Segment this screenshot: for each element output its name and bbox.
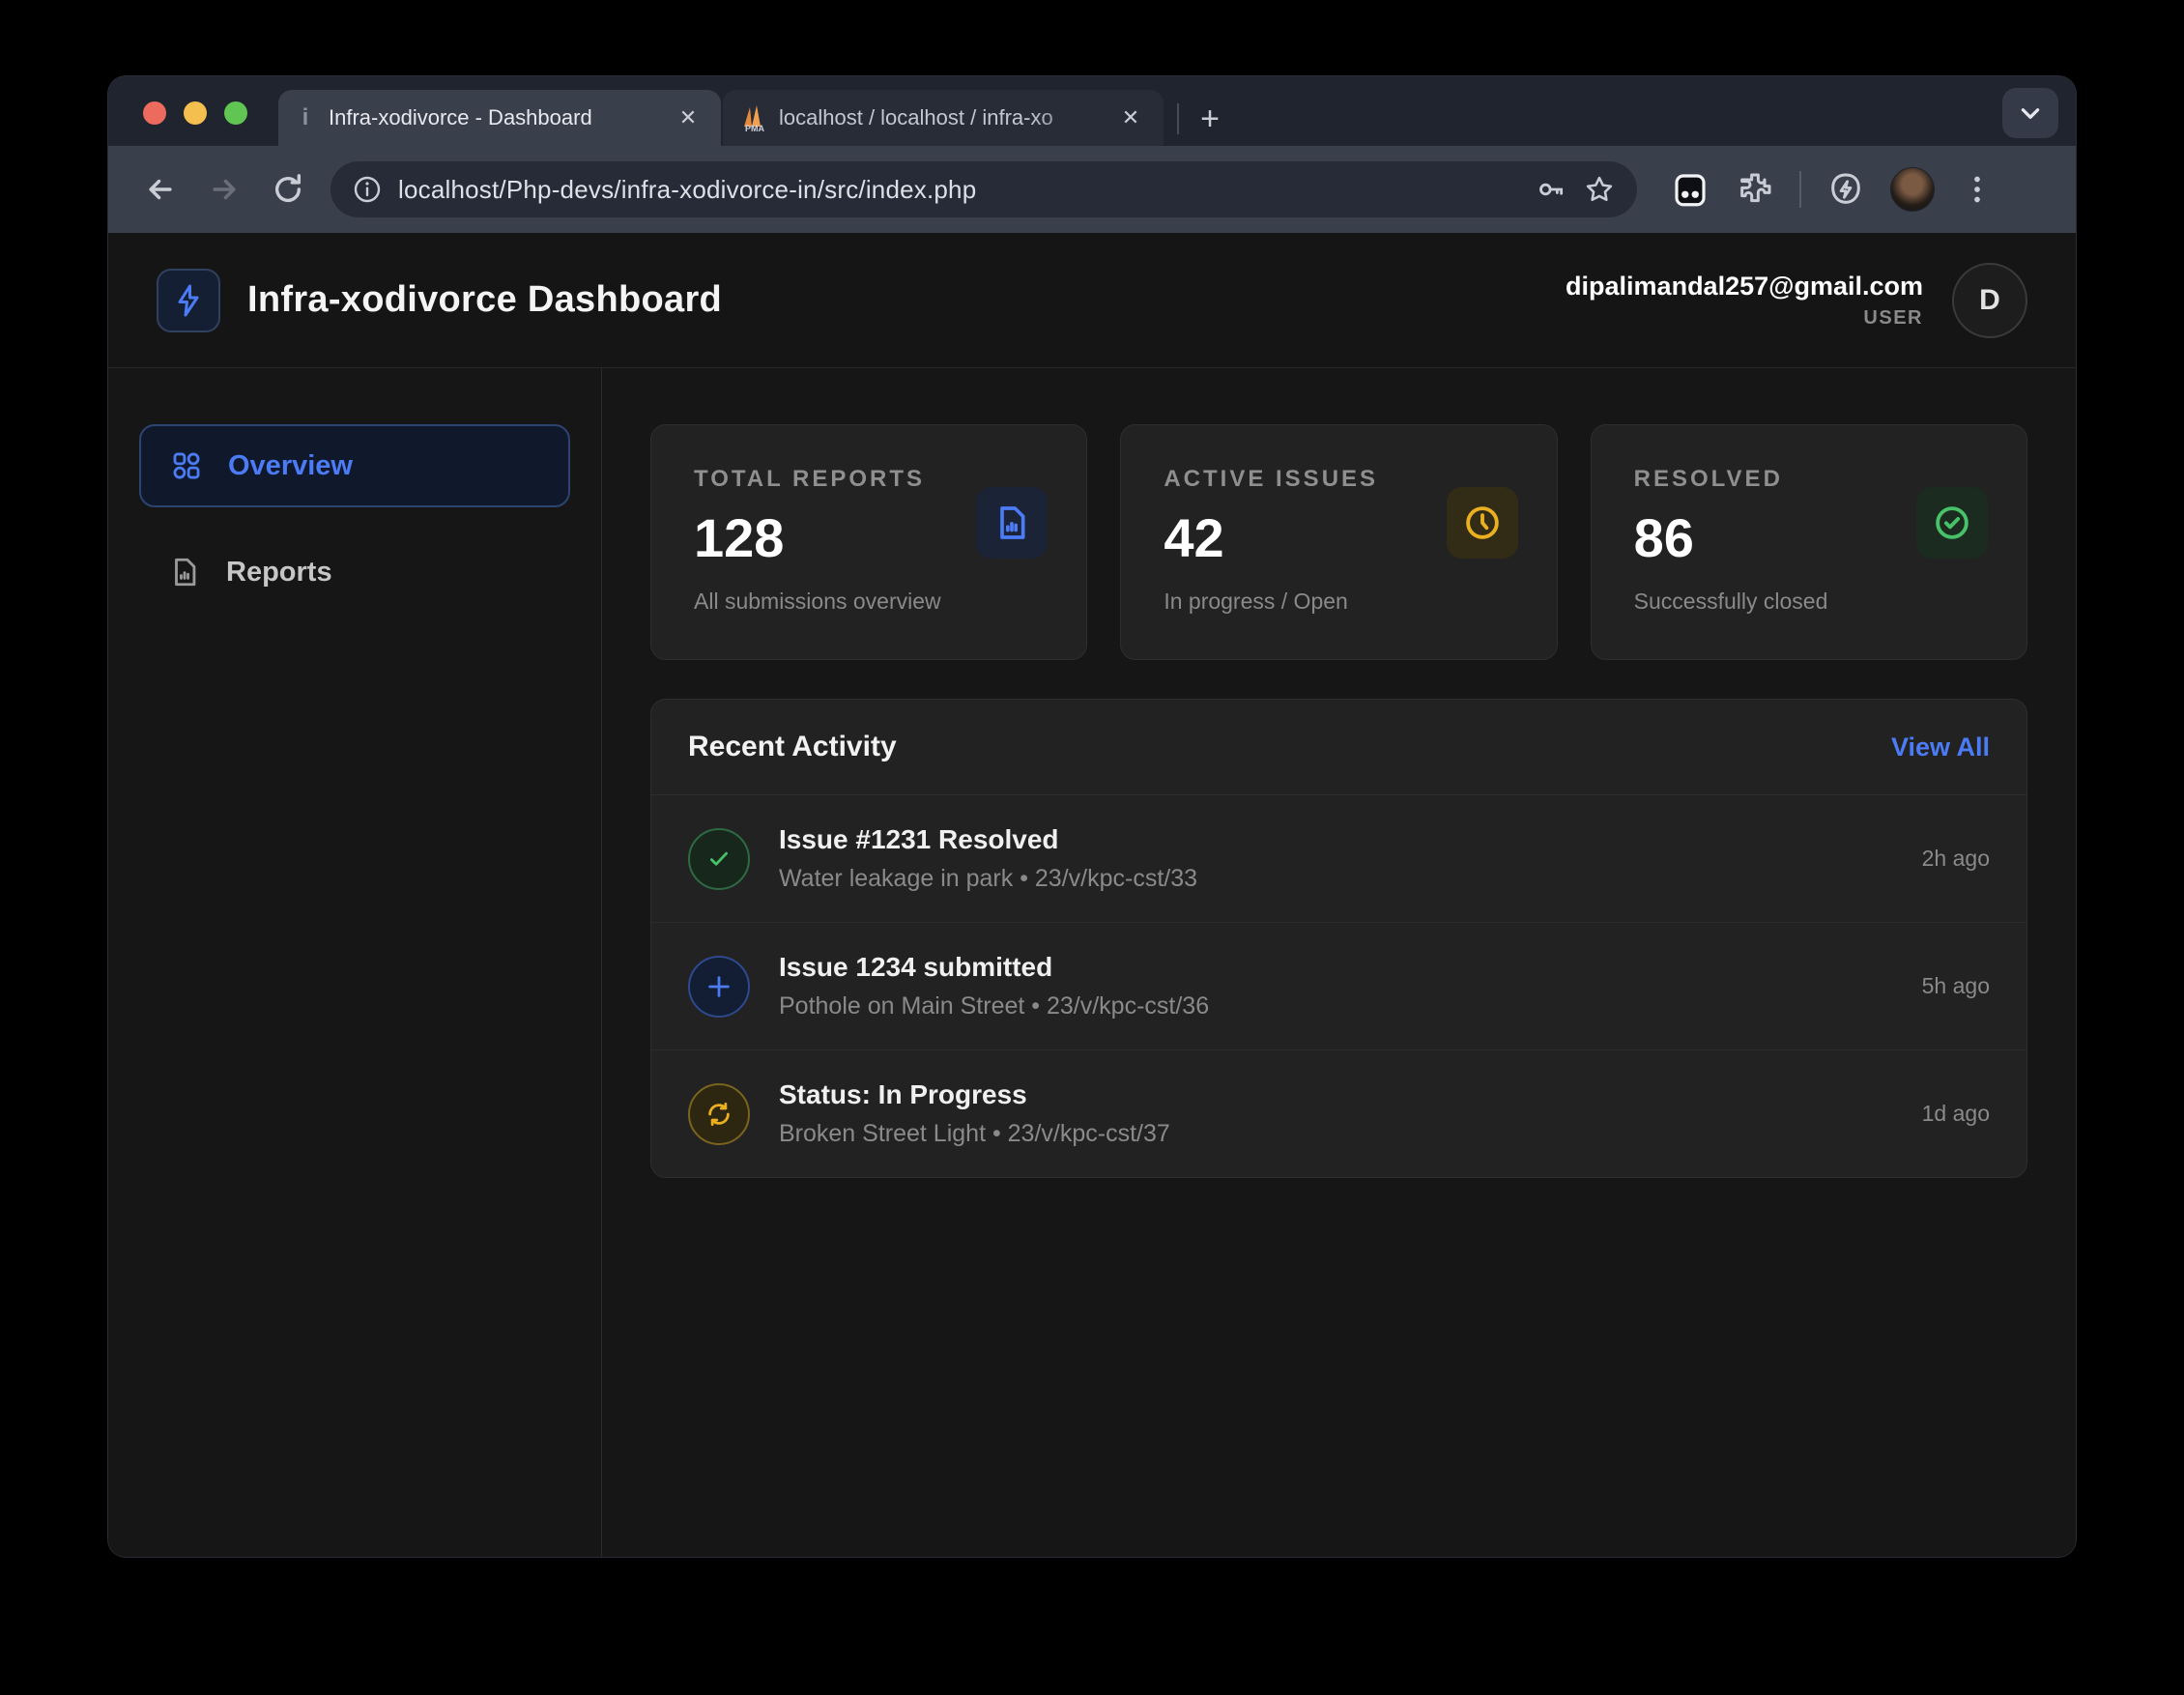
page-title: Infra-xodivorce Dashboard [247,279,722,321]
activity-time: 2h ago [1922,846,1990,872]
close-tab-icon[interactable]: ✕ [1115,102,1146,133]
stats-row: TOTAL REPORTS 128 All submissions overvi… [650,424,2027,660]
app-header: Infra-xodivorce Dashboard dipalimandal25… [108,233,2076,368]
stat-description: In progress / Open [1164,589,1513,615]
tab-title: Infra-xodivorce - Dashboard [329,105,661,130]
user-email: dipalimandal257@gmail.com [1566,272,1923,302]
activity-row-submitted[interactable]: Issue 1234 submitted Pothole on Main Str… [651,923,2026,1050]
new-tab-button[interactable]: + [1189,98,1231,140]
sidebar-item-label: Reports [226,557,332,589]
activity-time: 1d ago [1922,1101,1990,1127]
grid-icon [170,449,203,482]
activity-subtitle: Water leakage in park • 23/v/kpc-cst/33 [779,865,1197,893]
stat-card-resolved: RESOLVED 86 Successfully closed [1591,424,2027,660]
lightning-bolt-icon [171,283,206,318]
web-page: Infra-xodivorce Dashboard dipalimandal25… [108,233,2076,1557]
activity-row-in-progress[interactable]: Status: In Progress Broken Street Light … [651,1050,2026,1177]
activity-subtitle: Broken Street Light • 23/v/kpc-cst/37 [779,1120,1170,1148]
toolbar-separator [1799,171,1801,208]
close-window-button[interactable] [143,101,166,125]
password-key-icon[interactable] [1535,173,1567,206]
phpmyadmin-favicon: PMA [738,103,767,132]
bookmark-star-icon[interactable] [1583,173,1616,206]
stat-icon-box [976,487,1048,559]
extensions-puzzle-icon[interactable] [1736,170,1774,209]
chevron-down-icon [2018,101,2043,126]
activity-subtitle: Pothole on Main Street • 23/v/kpc-cst/36 [779,992,1209,1020]
toolbar-extensions [1670,167,1995,212]
browser-profile-avatar[interactable] [1890,167,1935,212]
activity-title: Status: In Progress [779,1079,1170,1110]
refresh-icon [688,1083,750,1145]
activity-row-resolved[interactable]: Issue #1231 Resolved Water leakage in pa… [651,795,2026,923]
view-all-link[interactable]: View All [1891,733,1990,762]
stat-icon-box [1916,487,1988,559]
reload-button[interactable] [261,162,315,216]
close-tab-icon[interactable]: ✕ [673,102,704,133]
address-bar[interactable]: localhost/Php-devs/infra-xodivorce-in/sr… [330,161,1637,217]
user-role-badge: USER [1863,307,1923,330]
document-chart-icon [992,503,1031,542]
i-favicon: i [294,104,317,131]
main-content: TOTAL REPORTS 128 All submissions overvi… [602,368,2076,1557]
user-avatar[interactable]: D [1952,263,2027,338]
tab-strip: i Infra-xodivorce - Dashboard ✕ PMA loca… [108,76,2076,146]
tab-search-button[interactable] [2002,88,2058,138]
stat-icon-box [1447,487,1518,559]
sidebar-item-overview[interactable]: Overview [139,424,570,507]
sidebar: Overview Reports [108,368,602,1557]
stat-description: Successfully closed [1634,589,1984,615]
tab-phpmyadmin[interactable]: PMA localhost / localhost / infra-xo ✕ [723,90,1164,146]
recent-activity-title: Recent Activity [688,731,897,763]
energy-saver-extension-icon[interactable] [1826,170,1865,209]
browser-window: i Infra-xodivorce - Dashboard ✕ PMA loca… [108,76,2076,1557]
report-file-icon [168,556,201,589]
browser-toolbar: localhost/Php-devs/infra-xodivorce-in/sr… [108,146,2076,233]
plus-icon [688,956,750,1018]
activity-time: 5h ago [1922,973,1990,999]
back-button[interactable] [133,162,187,216]
minimize-window-button[interactable] [184,101,207,125]
tab-title: localhost / localhost / infra-xo [779,105,1104,130]
maximize-window-button[interactable] [224,101,247,125]
app-logo [157,269,220,332]
stat-card-total-reports: TOTAL REPORTS 128 All submissions overvi… [650,424,1087,660]
activity-title: Issue #1231 Resolved [779,824,1197,855]
tab-dashboard[interactable]: i Infra-xodivorce - Dashboard ✕ [278,90,721,146]
forward-button[interactable] [197,162,251,216]
activity-title: Issue 1234 submitted [779,952,1209,983]
sidebar-item-reports[interactable]: Reports [139,531,570,614]
window-controls [143,101,247,125]
password-manager-extension-icon[interactable] [1670,169,1710,210]
stat-card-active-issues: ACTIVE ISSUES 42 In progress / Open [1120,424,1557,660]
sidebar-item-label: Overview [228,450,353,482]
tab-separator [1177,103,1179,134]
browser-menu-icon[interactable] [1960,172,1995,207]
svg-text:PMA: PMA [745,124,765,132]
check-icon [688,828,750,890]
url-text[interactable]: localhost/Php-devs/infra-xodivorce-in/sr… [398,175,1519,205]
check-circle-icon [1932,503,1972,543]
stat-description: All submissions overview [694,589,1044,615]
site-info-icon[interactable] [352,174,383,205]
clock-icon [1462,503,1503,543]
recent-activity-panel: Recent Activity View All Issue #1231 Res… [650,699,2027,1178]
